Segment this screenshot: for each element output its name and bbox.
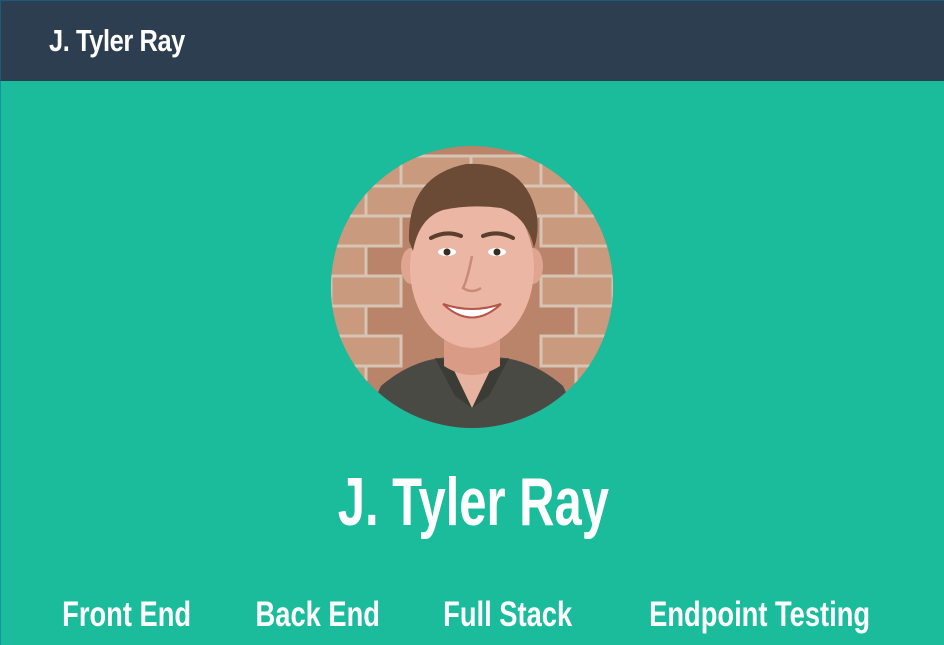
brand-link[interactable]: J. Tyler Ray [49,23,185,59]
skills-list: Front End Back End Full Stack Endpoint T… [1,593,944,637]
navbar: J. Tyler Ray [0,0,944,81]
skill-front-end[interactable]: Front End [63,595,192,635]
skill-back-end[interactable]: Back End [255,595,379,635]
hero-section: J. Tyler Ray Front End Back End Full Sta… [0,81,944,645]
skill-endpoint-testing[interactable]: Endpoint Testing [650,595,871,635]
skill-full-stack[interactable]: Full Stack [443,595,572,635]
hero-name: J. Tyler Ray [337,464,609,540]
avatar [331,146,613,428]
